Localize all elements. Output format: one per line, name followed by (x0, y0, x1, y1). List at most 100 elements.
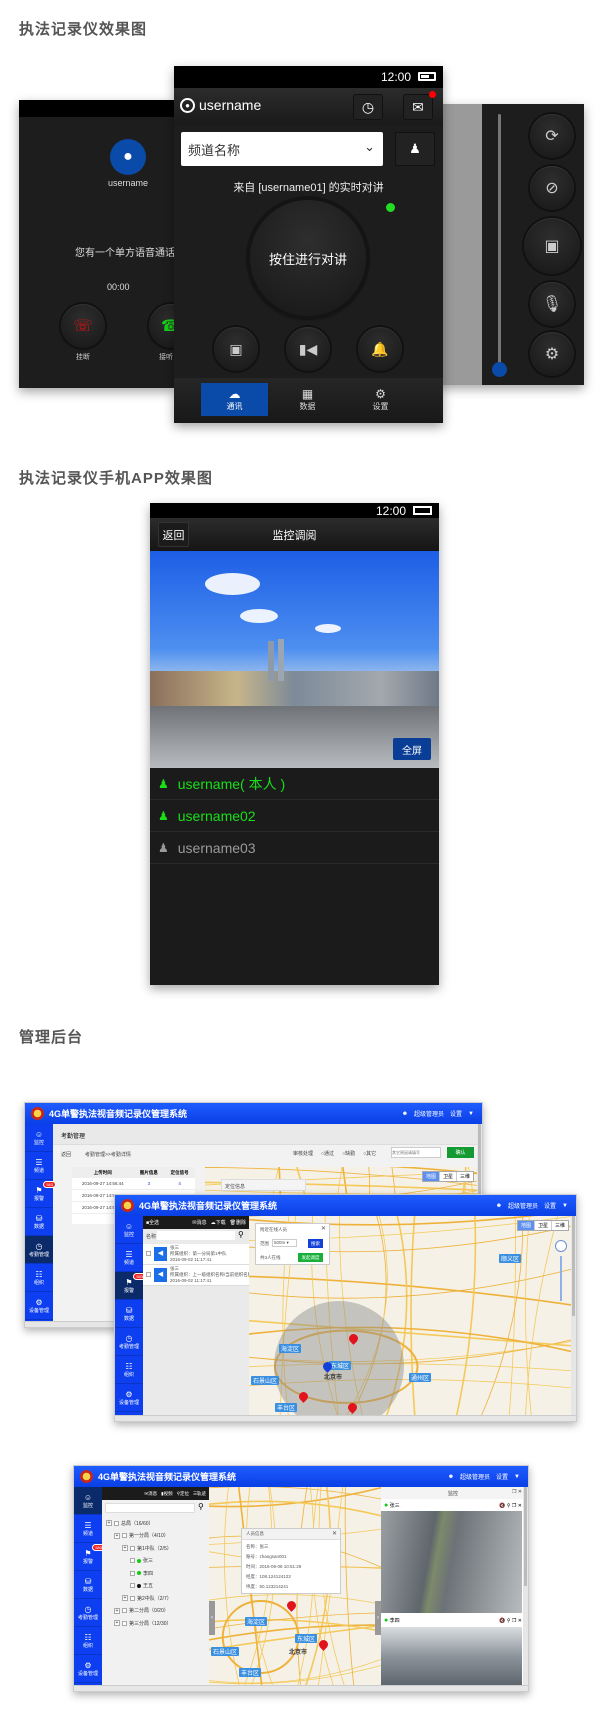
video-button[interactable]: ▮◀ (286, 327, 330, 371)
settings-menu[interactable]: 设置 (544, 1201, 556, 1210)
sidebar-item[interactable]: ☰ 频道 (74, 1515, 102, 1543)
map-view[interactable]: 海淀区 东城区 北京市 石景山区 丰台区 人员信息 ✕ 名称：张三 账号：zhan… (209, 1487, 381, 1687)
expand-toggle[interactable]: + (122, 1545, 128, 1552)
sidebar-item[interactable]: ☰ 频道 (115, 1244, 143, 1272)
expand-toggle[interactable]: + (114, 1620, 120, 1627)
map-view[interactable]: 顺义区 海淀区 东城区 北京市 石景山区 丰台区 通州区 附近在线人员 ✕ 范围… (249, 1216, 573, 1417)
mic-off-button[interactable]: 🎙 (530, 282, 574, 326)
sidebar-item[interactable]: ⚑ 报警 583 (115, 1272, 146, 1300)
tree-search-input[interactable] (105, 1503, 195, 1513)
radio-absent[interactable]: ○缺勤 (342, 1150, 355, 1157)
map-pan-control[interactable] (555, 1240, 567, 1252)
search-icon[interactable]: ⚲ (238, 1230, 244, 1239)
sidebar-item[interactable]: ⛁ 数据 (25, 1208, 53, 1236)
tree-node[interactable]: 王五 (106, 1580, 209, 1593)
alarm-list-item[interactable]: ◀ 张三 所属组织：第一分局第1中队 2016-09-02 11:17:41 (143, 1244, 249, 1265)
answer-button[interactable]: ☎ (149, 304, 175, 348)
horizontal-scrollbar[interactable] (115, 1415, 576, 1421)
user-menu[interactable]: 超级管理员 (460, 1472, 490, 1481)
sidebar-item[interactable]: ◷ 考勤管理 (74, 1599, 102, 1627)
map-type-3d[interactable]: 三维 (455, 1172, 473, 1181)
tab-settings[interactable]: ⚙ 设置 (347, 383, 414, 416)
volume-slider-track[interactable] (498, 114, 501, 372)
user-list-item[interactable]: ♟ username02 (150, 800, 439, 832)
messages-button[interactable]: ✉ (403, 94, 433, 120)
channel-select[interactable]: 频道名称 ⌄ (181, 132, 383, 166)
vertical-scrollbar[interactable] (571, 1216, 576, 1415)
dispatch-button[interactable]: 发起调度 (298, 1253, 323, 1262)
tree-node[interactable]: 李四 (106, 1567, 209, 1580)
close-icon[interactable]: ✕ (332, 1530, 337, 1537)
history-button[interactable]: ◷ (353, 94, 383, 120)
settings-menu[interactable]: 设置 (496, 1472, 508, 1481)
checkbox[interactable] (122, 1620, 127, 1626)
fullscreen-button[interactable]: 全屏 (393, 738, 431, 760)
map-type-3d[interactable]: 三维 (550, 1221, 568, 1230)
sidebar-item[interactable]: ◷ 考勤管理 (115, 1328, 143, 1356)
flash-off-button[interactable]: ⊘ (530, 166, 574, 210)
user-menu[interactable]: 超级管理员 (508, 1201, 538, 1210)
tab-data[interactable]: ▦ 数据 (274, 383, 341, 416)
checkbox[interactable] (130, 1558, 135, 1564)
volume-slider-knob[interactable] (492, 362, 507, 377)
download-button[interactable]: ☁下载 (211, 1219, 226, 1226)
video-feed[interactable]: 全屏 (150, 551, 439, 768)
message-button[interactable]: ✉消息 (192, 1219, 206, 1226)
checkbox[interactable] (130, 1595, 135, 1601)
confirm-button[interactable]: 确认 (447, 1147, 474, 1158)
map-type-satellite[interactable]: 卫星 (533, 1221, 551, 1230)
map-type-switch[interactable]: 地图 卫星 三维 (516, 1220, 569, 1231)
checkbox[interactable] (130, 1570, 135, 1576)
checkbox[interactable] (146, 1272, 151, 1277)
sidebar-item[interactable]: ⚑ 报警 583 (74, 1543, 105, 1571)
sidebar-item[interactable]: ⛁ 数据 (74, 1571, 102, 1599)
sidebar-item[interactable]: ◷ 考勤管理 (25, 1236, 53, 1264)
expand-toggle[interactable]: + (114, 1532, 120, 1539)
select-all-checkbox[interactable]: ■全选 (146, 1219, 159, 1226)
sidebar-item[interactable]: ☺ 监控 (115, 1216, 143, 1244)
tree-node[interactable]: + 第1中队（2/5） (106, 1542, 209, 1555)
checkbox[interactable] (146, 1251, 151, 1256)
map-type-map[interactable]: 地图 (422, 1172, 439, 1181)
sidebar-item[interactable]: ☷ 组织 (74, 1627, 102, 1655)
checkbox[interactable] (122, 1608, 127, 1614)
video-feed[interactable] (381, 1627, 522, 1687)
tree-node[interactable]: + 第2中队（2/7） (106, 1592, 209, 1605)
sidebar-item[interactable]: ☰ 频道 (25, 1152, 53, 1180)
expand-toggle[interactable]: + (122, 1595, 128, 1602)
tree-node[interactable]: + 第一分局（4/10） (106, 1530, 209, 1543)
sidebar-item[interactable]: ☺ 监控 (25, 1124, 53, 1152)
tab-communication[interactable]: ☁ 通讯 (201, 383, 268, 416)
sidebar-item[interactable]: ⛁ 数据 (115, 1300, 143, 1328)
map-type-switch[interactable]: 地图 卫星 三维 (421, 1171, 474, 1182)
tree-node[interactable]: 张三 (106, 1555, 209, 1568)
sidebar-item[interactable]: ☷ 组织 (115, 1356, 143, 1384)
vertical-scrollbar[interactable] (523, 1487, 528, 1685)
alarm-list-item[interactable]: ◀ 张三 所属组织：上一级组织名称/当前组织名称 2016-09-02 11:17:4… (143, 1265, 252, 1286)
map-type-satellite[interactable]: 卫星 (438, 1172, 456, 1181)
sidebar-item[interactable]: ⚙ 设备管理 (74, 1655, 102, 1683)
group-members-button[interactable]: ♟ (395, 132, 435, 166)
expand-toggle[interactable]: + (114, 1607, 120, 1614)
sidebar-item[interactable]: ☺ 监控 (74, 1487, 102, 1515)
sidebar-item[interactable]: ⚙ 设备管理 (25, 1292, 53, 1320)
expand-toggle[interactable]: + (106, 1520, 112, 1527)
radio-pass[interactable]: ○通过 (321, 1150, 334, 1157)
checkbox[interactable] (122, 1533, 127, 1539)
panel-controls[interactable]: ❐ ✕ (512, 1489, 522, 1495)
photo-button[interactable]: ▣ (214, 327, 258, 371)
video-controls[interactable]: 🔇 ⚲ ❐ ✕ (499, 1503, 525, 1509)
close-icon[interactable]: ✕ (321, 1225, 326, 1232)
settings-menu[interactable]: 设置 (450, 1109, 462, 1118)
tree-node[interactable]: + 第二分局（0/20） (106, 1605, 209, 1618)
user-menu[interactable]: 超级管理员 (414, 1109, 444, 1118)
delete-button[interactable]: 🗑删除 (230, 1219, 246, 1226)
video-controls[interactable]: 🔇 ⚲ ❐ ✕ (499, 1618, 525, 1624)
video-feed[interactable] (381, 1511, 522, 1613)
checkbox[interactable] (130, 1583, 135, 1589)
alarm-button[interactable]: 🔔 (358, 327, 402, 371)
settings-button[interactable]: ⚙ (530, 332, 574, 376)
push-to-talk-button[interactable]: 按住进行对讲 (250, 200, 366, 316)
table-row[interactable]: 2016-09-27 14:56:44 3 4 (72, 1178, 195, 1190)
checkbox[interactable] (130, 1545, 135, 1551)
